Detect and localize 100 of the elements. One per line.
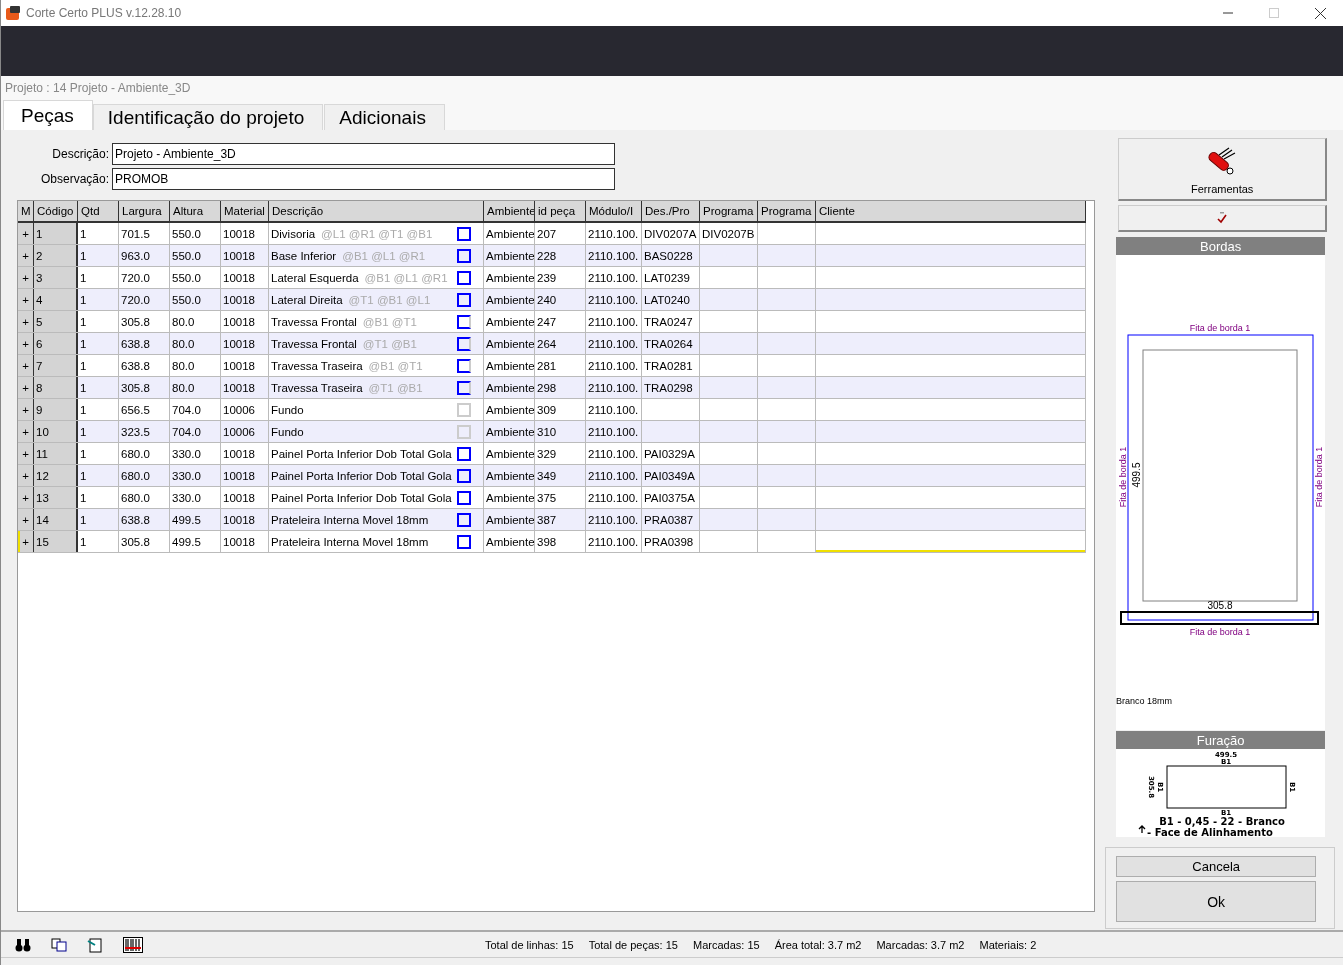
- edge-tags: @B1 @L1 @R1: [364, 271, 448, 284]
- column-header[interactable]: Qtd: [78, 201, 119, 221]
- expand-cell: +: [18, 443, 34, 464]
- edge-tags: @B1 @L1 @R1: [342, 249, 426, 262]
- table-cell: 10018: [221, 465, 269, 486]
- table-row[interactable]: + 6 1 638.8 80.0 10018 Travessa Frontal @T1 @B1 Ambiente 264 2110.100. TRA0264: [18, 333, 1086, 355]
- column-header[interactable]: Descrição: [269, 201, 484, 221]
- status-text: Total de peças: 15: [588, 938, 678, 951]
- code-cell: 5: [34, 311, 78, 332]
- table-cell: 10018: [221, 355, 269, 376]
- column-header[interactable]: Largura: [119, 201, 170, 221]
- table-cell: 10018: [221, 223, 269, 244]
- table-cell: Ambiente: [484, 245, 535, 266]
- table-row[interactable]: + 14 1 638.8 499.5 10018 Prateleira Interna Movel 18mm Ambiente 387 2110.100. PRA0387: [18, 509, 1086, 531]
- table-row[interactable]: + 1 1 701.5 550.0 10018 Divisoria @L1 @R1 @T1 @B1 Ambiente 207 2110.100. DIV0207A DIV0207B: [18, 223, 1086, 245]
- table-cell: BAS0228: [642, 245, 700, 266]
- table-cell: DIV0207A: [642, 223, 700, 244]
- table-cell: 550.0: [170, 245, 221, 266]
- column-header[interactable]: Programa: [758, 201, 816, 221]
- column-header[interactable]: M: [18, 201, 34, 221]
- column-header[interactable]: Material: [221, 201, 269, 221]
- table-cell: Ambiente: [484, 223, 535, 244]
- description-text: Divisoria: [271, 227, 316, 240]
- table-cell: 656.5: [119, 399, 170, 420]
- text-field[interactable]: PROMOB: [112, 167, 615, 190]
- code-cell: 14: [34, 509, 78, 530]
- table-cell: 305.8: [119, 531, 170, 552]
- table-cell: 240: [535, 289, 586, 310]
- table-cell: 701.5: [119, 223, 170, 244]
- table-cell: 2110.100.: [586, 487, 642, 508]
- table-row[interactable]: + 7 1 638.8 80.0 10018 Travessa Traseira @B1 @T1 Ambiente 281 2110.100. TRA0281: [18, 355, 1086, 377]
- copy-icon[interactable]: [51, 937, 67, 952]
- table-cell: 329: [535, 443, 586, 464]
- table-cell: 80.0: [170, 377, 221, 398]
- table-cell: PRA0398: [642, 531, 700, 552]
- table-cell: 2110.100.: [586, 289, 642, 310]
- maximize-icon: [1269, 8, 1279, 18]
- status-text: Marcadas: 15: [692, 938, 760, 951]
- table-row[interactable]: + 9 1 656.5 704.0 10006 Fundo Ambiente 309 2110.100.: [18, 399, 1086, 421]
- table-row[interactable]: + 4 1 720.0 550.0 10018 Lateral Direita @T1 @B1 @L1 Ambiente 240 2110.100. LAT0240: [18, 289, 1086, 311]
- table-row[interactable]: + 5 1 305.8 80.0 10018 Travessa Frontal @B1 @T1 Ambiente 247 2110.100. TRA0247: [18, 311, 1086, 333]
- tools-button[interactable]: Ferramentas: [1118, 138, 1328, 201]
- binoculars-icon[interactable]: [15, 937, 31, 952]
- table-row[interactable]: + 13 1 680.0 330.0 10018 Painel Porta Inferior Dob Total Gola Ambiente 375 2110.100. PAI0375A: [18, 487, 1086, 509]
- table-cell: PAI0329A: [642, 443, 700, 464]
- table-cell: Ambiente: [484, 333, 535, 354]
- edge-tags: @B1 @T1: [368, 359, 423, 372]
- table-cell: Ambiente: [484, 399, 535, 420]
- description-text: Prateleira Interna Movel 18mm: [271, 535, 429, 548]
- table-cell: 1: [78, 267, 119, 288]
- table-cell: 305.8: [119, 377, 170, 398]
- status-text: Área total: 3.7 m2: [774, 938, 862, 951]
- column-header[interactable]: Des./Pro: [642, 201, 700, 221]
- table-cell: 80.0: [170, 311, 221, 332]
- column-header[interactable]: Altura: [170, 201, 221, 221]
- column-header[interactable]: Cliente: [816, 201, 1086, 221]
- tab[interactable]: Adicionais: [324, 104, 445, 130]
- text-field[interactable]: Projeto - Ambiente_3D: [112, 142, 615, 165]
- tab[interactable]: Identificação do projeto: [92, 104, 324, 130]
- table-row[interactable]: + 3 1 720.0 550.0 10018 Lateral Esquerda @B1 @L1 @R1 Ambiente 239 2110.100. LAT0239: [18, 267, 1086, 289]
- tab[interactable]: Peças: [3, 100, 93, 130]
- column-header[interactable]: Módulo/I: [586, 201, 642, 221]
- description-text: Base Inferior: [271, 249, 337, 262]
- alignment-icon: [1138, 825, 1146, 834]
- barcode-icon[interactable]: [123, 936, 143, 953]
- column-header[interactable]: Código: [34, 201, 78, 221]
- document-icon[interactable]: [87, 936, 103, 953]
- table-cell: 550.0: [170, 289, 221, 310]
- table-cell: 680.0: [119, 487, 170, 508]
- column-header[interactable]: Programa: [700, 201, 758, 221]
- table-cell: 10018: [221, 289, 269, 310]
- edge-tags: @T1 @B1: [362, 337, 417, 350]
- table-cell: 704.0: [170, 399, 221, 420]
- table-cell: 2110.100.: [586, 267, 642, 288]
- table-cell: 1: [78, 333, 119, 354]
- table-row[interactable]: + 15 1 305.8 499.5 10018 Prateleira Interna Movel 18mm Ambiente 398 2110.100. PRA0398: [18, 531, 1086, 553]
- table-cell: 638.8: [119, 333, 170, 354]
- column-header[interactable]: id peça: [535, 201, 586, 221]
- table-cell: 309: [535, 399, 586, 420]
- table-row[interactable]: + 10 1 323.5 704.0 10006 Fundo Ambiente 310 2110.100.: [18, 421, 1086, 443]
- table-row[interactable]: + 8 1 305.8 80.0 10018 Travessa Traseira @T1 @B1 Ambiente 298 2110.100. TRA0298: [18, 377, 1086, 399]
- table-cell: 10018: [221, 443, 269, 464]
- table-cell: 264: [535, 333, 586, 354]
- table-cell: Ambiente: [484, 531, 535, 552]
- cancel-button[interactable]: Cancela: [1116, 856, 1317, 877]
- table-cell: 387: [535, 509, 586, 530]
- table-cell: 1: [78, 355, 119, 376]
- table-cell: 2110.100.: [586, 399, 642, 420]
- ok-button[interactable]: Ok: [1116, 881, 1317, 922]
- table-row[interactable]: + 11 1 680.0 330.0 10018 Painel Porta Inferior Dob Total Gola Ambiente 329 2110.100. PAI0329A: [18, 443, 1086, 465]
- description-text: Travessa Frontal: [271, 315, 357, 328]
- edge-tags: @T1 @B1: [368, 381, 423, 394]
- table-row[interactable]: + 12 1 680.0 330.0 10018 Painel Porta Inferior Dob Total Gola Ambiente 349 2110.100. PAI0349A: [18, 465, 1086, 487]
- code-cell: 6: [34, 333, 78, 354]
- table-row[interactable]: + 2 1 963.0 550.0 10018 Base Inferior @B1 @L1 @R1 Ambiente 228 2110.100. BAS0228: [18, 245, 1086, 267]
- table-cell: 2110.100.: [586, 531, 642, 552]
- table-cell: 80.0: [170, 355, 221, 376]
- table-cell: 1: [78, 465, 119, 486]
- check-button[interactable]: [1118, 205, 1328, 232]
- table-cell: TRA0247: [642, 311, 700, 332]
